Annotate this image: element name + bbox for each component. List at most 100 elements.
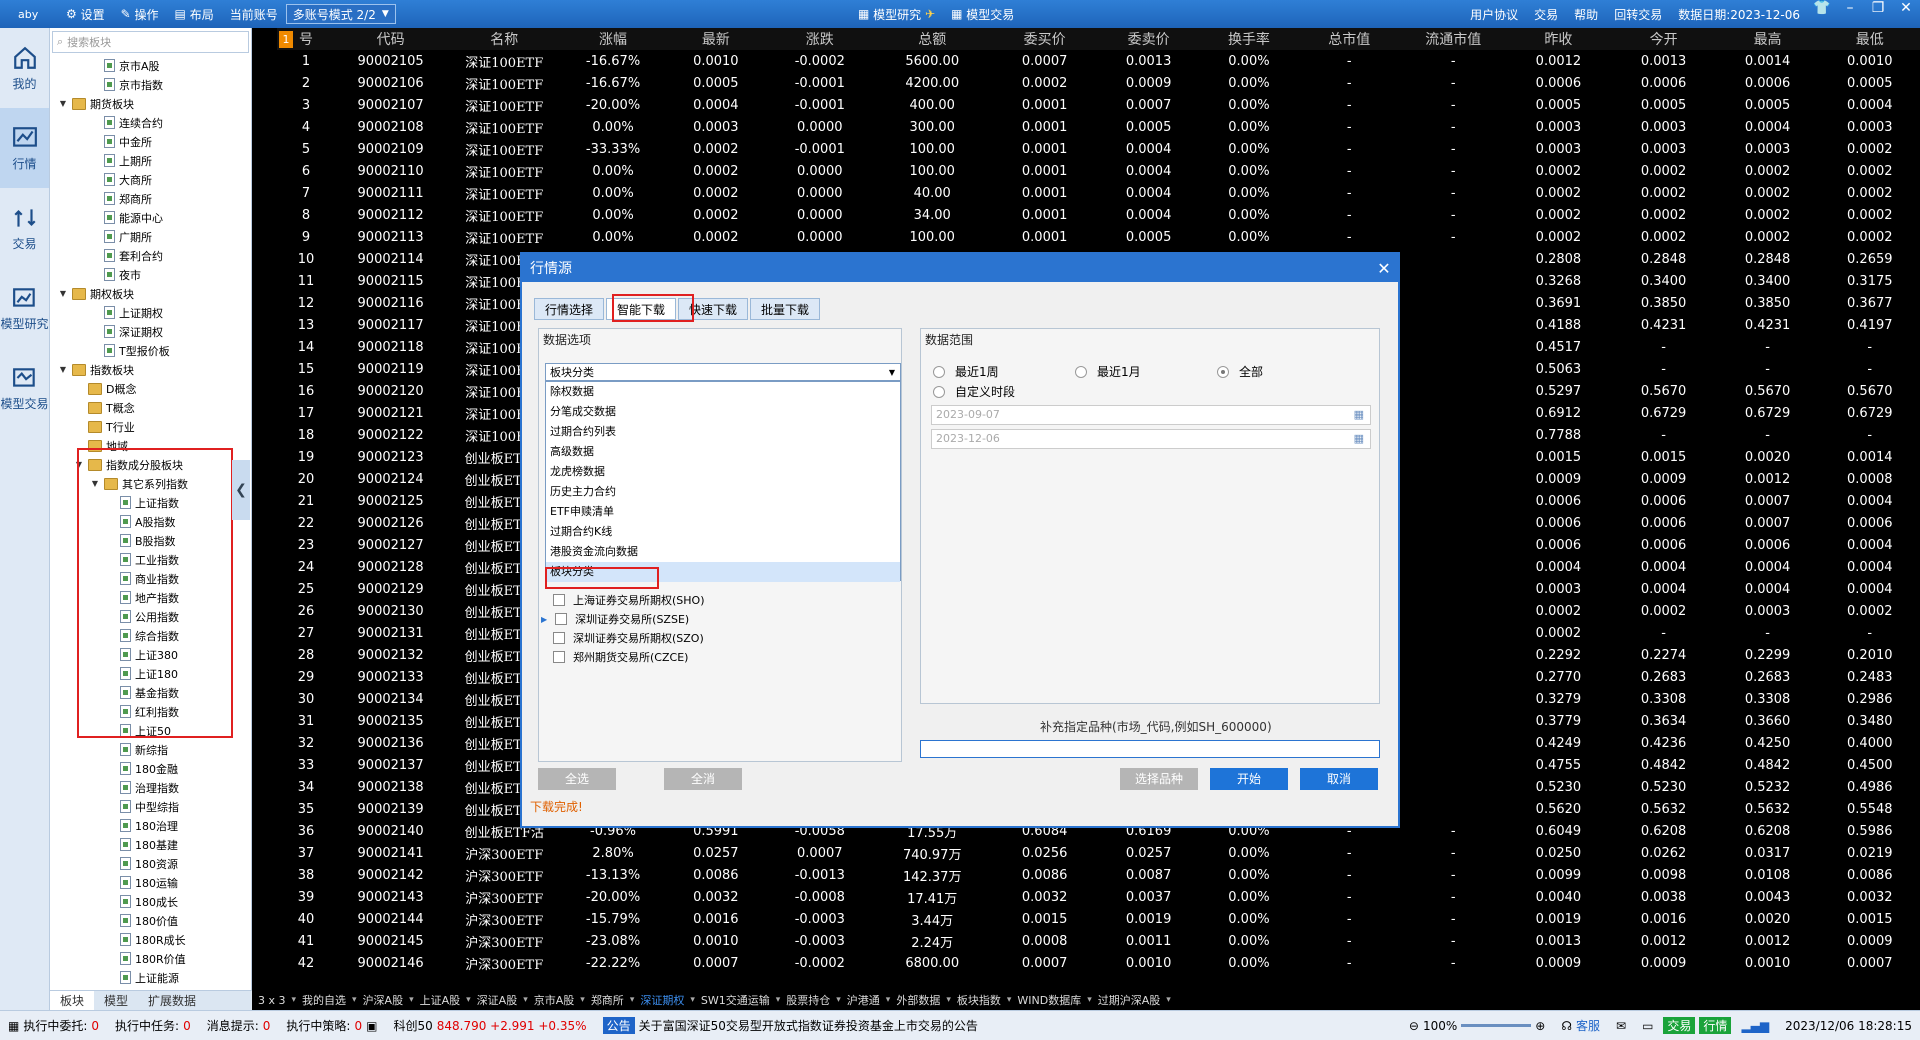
radio-all[interactable]: 全部 (1217, 363, 1263, 380)
tree-node[interactable]: ▼ 期权板块 (50, 284, 251, 303)
table-row[interactable]: 37 90002141 沪深300ETF 2.80% 0.0257 0.0007 740.9… (277, 842, 1920, 864)
check-sho[interactable]: 上海证券交易所期权(SHO) (553, 591, 705, 609)
bottom-tab[interactable]: SW1交通运输 (695, 992, 776, 1008)
table-row[interactable]: 9 90002113 深证100ETF 0.00% 0.0002 0.0000 100.00… (277, 226, 1920, 248)
zoom-slider[interactable] (1461, 1024, 1532, 1027)
bottom-tab[interactable]: 郑商所 (585, 992, 630, 1008)
choose-symbol-button[interactable]: 选择品种 (1120, 768, 1198, 790)
tree-node[interactable]: D概念 (50, 379, 251, 398)
expand-arrow-icon[interactable]: ▼ (58, 289, 68, 298)
table-row[interactable]: 5 90002109 深证100ETF -33.33% 0.0002 -0.0001 100… (277, 138, 1920, 160)
tree-node[interactable]: 180成长 (50, 892, 251, 911)
layout-menu[interactable]: ▤ 布局 (167, 0, 222, 28)
radio-circle[interactable] (933, 365, 945, 378)
table-row[interactable]: 8 90002112 深证100ETF 0.00% 0.0002 0.0000 34.00 0… (277, 204, 1920, 226)
column-header[interactable]: 总市值 (1297, 28, 1402, 50)
bottom-tab[interactable]: 深证A股 (471, 992, 524, 1008)
column-header[interactable]: 委卖价 (1096, 28, 1201, 50)
dropdown-option[interactable]: 过期合约列表 (546, 422, 900, 442)
column-header[interactable]: 最低 (1819, 28, 1920, 50)
operate-menu[interactable]: ✎ 操作 (113, 0, 167, 28)
checkbox[interactable] (553, 632, 565, 644)
table-row[interactable]: 3 90002107 深证100ETF -20.00% 0.0004 -0.0001 400… (277, 94, 1920, 116)
quote-status[interactable]: 行情 (1699, 1017, 1732, 1034)
messages[interactable]: 消息提示: 0 (199, 1017, 279, 1034)
table-row[interactable]: 40 90002144 沪深300ETF -15.79% 0.0016 -0.0003 3.… (277, 908, 1920, 930)
screen-icon[interactable]: ▭ (1634, 1019, 1661, 1033)
tree-node[interactable]: T型报价板 (50, 341, 251, 360)
column-header[interactable]: 换手率 (1200, 28, 1298, 50)
nav-trade[interactable]: 交易 (0, 188, 49, 268)
check-czce[interactable]: 郑州期货交易所(CZCE) (553, 648, 688, 666)
tree-node[interactable]: 夜市 (50, 265, 251, 284)
expand-icon[interactable]: ▶ (541, 615, 547, 624)
tree-node[interactable]: 上证期权 (50, 303, 251, 322)
tab-extended-data[interactable]: 扩展数据 (138, 991, 206, 1010)
bottom-tab[interactable]: 过期沪深A股 (1092, 992, 1167, 1008)
table-row[interactable]: 38 90002142 沪深300ETF -13.13% 0.0086 -0.0013 14… (277, 864, 1920, 886)
cancel-button[interactable]: 取消 (1300, 768, 1378, 790)
bottom-tab[interactable]: 沪港通 (841, 992, 886, 1008)
tree-node[interactable]: 能源中心 (50, 208, 251, 227)
tree-node[interactable]: 深证期权 (50, 322, 251, 341)
table-row[interactable]: 2 90002106 深证100ETF -16.67% 0.0005 -0.0001 420… (277, 72, 1920, 94)
service-button[interactable]: ☊ 客服 (1553, 1017, 1608, 1034)
tree-node[interactable]: 上期所 (50, 151, 251, 170)
tree-node[interactable]: 180运输 (50, 873, 251, 892)
start-button[interactable]: 开始 (1210, 768, 1288, 790)
column-header[interactable]: 委买价 (992, 28, 1097, 50)
radio-circle[interactable] (1217, 365, 1229, 378)
column-header[interactable]: 流通市值 (1401, 28, 1506, 50)
bottom-tab[interactable]: 3 x 3 (252, 994, 292, 1007)
tree-node[interactable]: 180金融 (50, 759, 251, 778)
tree-node[interactable]: 180资源 (50, 854, 251, 873)
chat-icon[interactable]: ✉ (1608, 1019, 1634, 1033)
tree-node[interactable]: 180治理 (50, 816, 251, 835)
check-szo[interactable]: 深圳证券交易所期权(SZO) (553, 629, 704, 647)
calendar-icon[interactable]: ▦ (1354, 406, 1364, 424)
tree-node[interactable]: 新综指 (50, 740, 251, 759)
tree-node[interactable]: 京市A股 (50, 56, 251, 75)
tree-node[interactable]: 京市指数 (50, 75, 251, 94)
dropdown-option[interactable]: ETF申赎清单 (546, 502, 900, 522)
dropdown-option[interactable]: 历史主力合约 (546, 482, 900, 502)
nav-quote[interactable]: 行情 (0, 108, 49, 188)
radio-circle[interactable] (933, 385, 945, 398)
column-header[interactable]: 涨跌 (767, 28, 872, 50)
radio-custom-period[interactable]: 自定义时段 (933, 383, 1015, 400)
column-header[interactable]: 代码 (335, 28, 447, 50)
tree-node[interactable]: 广期所 (50, 227, 251, 246)
user-agreement-link[interactable]: 用户协议 (1462, 0, 1526, 28)
tree-node[interactable]: 中型综指 (50, 797, 251, 816)
tree-node[interactable]: 180R成长 (50, 930, 251, 949)
collapse-panel-button[interactable]: ❮ (232, 460, 250, 520)
nav-model-research[interactable]: 模型研究 (0, 268, 49, 348)
table-row[interactable]: 7 90002111 深证100ETF 0.00% 0.0002 0.0000 40.00 0… (277, 182, 1920, 204)
extra-symbol-input[interactable] (920, 740, 1380, 758)
restore-icon[interactable]: ❐ (1864, 0, 1892, 28)
column-header[interactable]: 最高 (1715, 28, 1820, 50)
nav-model-trade[interactable]: 模型交易 (0, 348, 49, 428)
close-icon[interactable]: ✕ (1892, 0, 1920, 28)
calendar-icon[interactable]: ▦ (1354, 430, 1364, 448)
tab-model[interactable]: 模型 (94, 991, 138, 1010)
check-szse[interactable]: ▶ 深圳证券交易所(SZSE) (541, 610, 689, 628)
tab-sector[interactable]: 板块 (50, 991, 95, 1010)
column-header[interactable]: 名称 (446, 28, 563, 50)
checkbox[interactable] (553, 651, 565, 663)
bottom-tab[interactable]: 上证A股 (414, 992, 467, 1008)
bottom-tab[interactable]: 板块指数 (951, 992, 1007, 1008)
minimize-icon[interactable]: – (1836, 0, 1864, 28)
bottom-tab[interactable]: 股票持仓 (780, 992, 836, 1008)
tree-node[interactable]: T概念 (50, 398, 251, 417)
tree-node[interactable]: 180R价值 (50, 949, 251, 968)
tree-node[interactable]: 180价值 (50, 911, 251, 930)
announcement[interactable]: 公告 关于富国深证50交易型开放式指数证券投资基金上市交易的公告 (595, 1017, 986, 1034)
column-header[interactable]: 涨幅 (562, 28, 664, 50)
tree-node[interactable]: 大商所 (50, 170, 251, 189)
tree-node[interactable]: 套利合约 (50, 246, 251, 265)
tree-node[interactable]: ▼ 期货板块 (50, 94, 251, 113)
turnaround-trade-link[interactable]: 回转交易 (1606, 0, 1670, 28)
model-research-button[interactable]: ▦ 模型研究 ✈ (850, 0, 943, 28)
column-header[interactable]: 昨收 (1505, 28, 1612, 50)
